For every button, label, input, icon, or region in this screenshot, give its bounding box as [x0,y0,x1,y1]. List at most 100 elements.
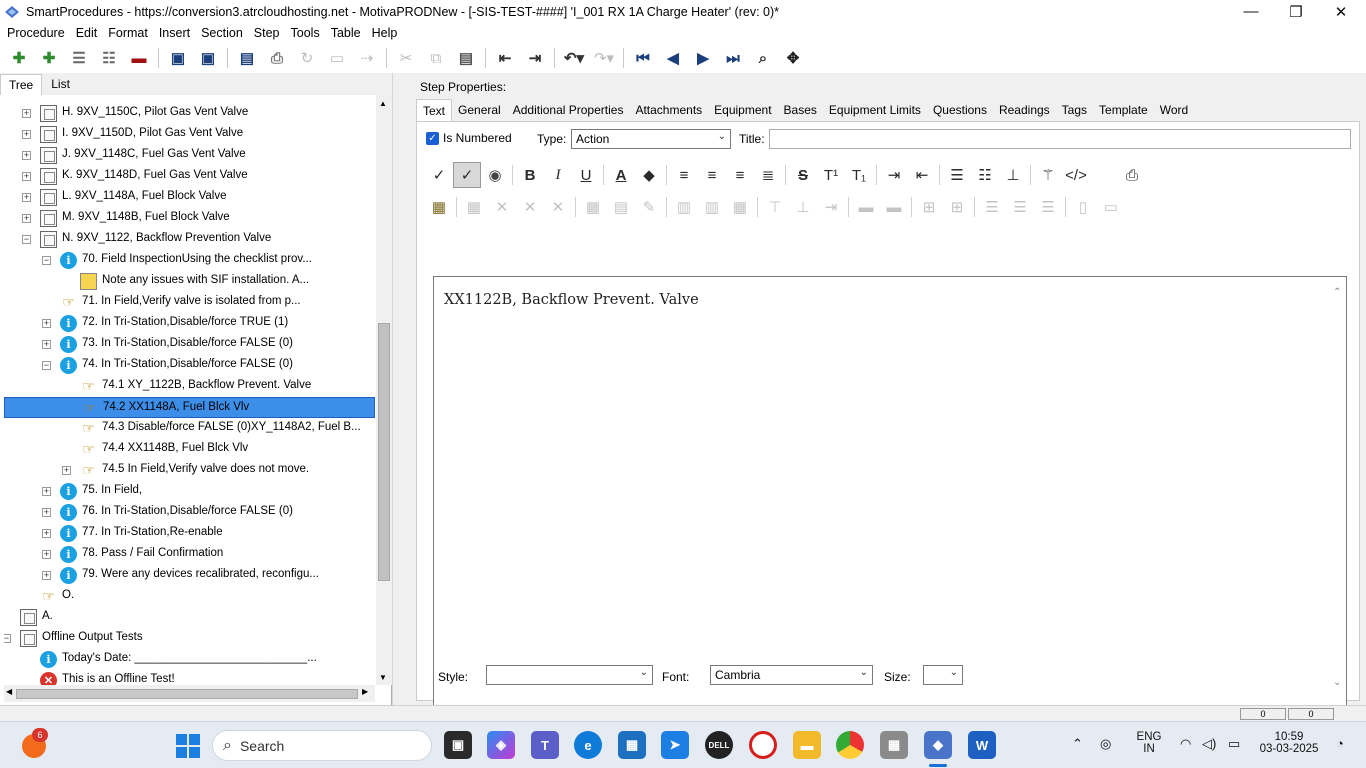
scroll-thumb[interactable] [378,323,390,581]
minimize-button[interactable]: — [1228,0,1274,23]
battery-icon[interactable]: ▭ [1228,736,1240,752]
highlight-icon[interactable]: ◉ [481,162,509,188]
tree-node[interactable]: ☞ O. [4,586,375,607]
pane-splitter[interactable] [392,73,408,705]
tab-attachments[interactable]: Attachments [629,99,708,121]
taskbar-search[interactable]: ⌕ Search [212,730,432,761]
expand-icon[interactable]: + [22,193,31,202]
insert-column-right-icon[interactable]: ▥ [698,194,726,220]
align-bottom-icon[interactable]: ☰ [1034,194,1062,220]
redo-layout-icon[interactable]: ⇢ [352,45,382,71]
table-edit-icon[interactable]: ▦ [460,194,488,220]
subscript-icon[interactable]: T₁ [845,162,873,188]
notifications-bell-icon[interactable]: ◔ [1336,736,1344,751]
store-icon[interactable]: ▦ [618,731,646,759]
tree-node[interactable]: ☞ 74.4 XX1148B, Fuel Blck Vlv [4,439,375,460]
insert-table-icon[interactable]: ▦ [425,194,453,220]
align-right-icon[interactable]: ≡ [726,162,754,188]
tree-node[interactable]: ✕ This is an Offline Test! [4,670,375,685]
title-input[interactable] [769,129,1351,149]
column-width-icon[interactable]: ▬ [880,194,908,220]
expand-icon[interactable]: + [42,487,51,496]
tab-tags[interactable]: Tags [1056,99,1093,121]
tab-tree[interactable]: Tree [0,74,43,95]
vertical-text-icon[interactable]: ▯ [1069,194,1097,220]
html-code-icon[interactable]: </> [1062,162,1090,188]
cell-properties-icon[interactable]: ▤ [607,194,635,220]
tree-node[interactable]: i Today's Date: _________________________… [4,649,375,670]
collapse-icon[interactable]: − [4,634,11,643]
power-automate-icon[interactable]: ➤ [661,731,689,759]
tree-node[interactable]: + H. 9XV_1150C, Pilot Gas Vent Valve [4,103,375,124]
spellcheck-icon[interactable]: ✓ [425,162,453,188]
cell-format-icon[interactable]: ✎ [635,194,663,220]
network-status-icon[interactable]: ◎ [1100,736,1111,752]
copy-icon[interactable]: ⧉ [421,45,451,71]
menu-step[interactable]: Step [249,26,286,40]
last-icon[interactable]: ⏭ [718,45,748,71]
next-icon[interactable]: ▶ [688,45,718,71]
expand-icon[interactable]: + [42,508,51,517]
scroll-right-icon[interactable]: ▶ [362,687,368,696]
tab-template[interactable]: Template [1093,99,1154,121]
step-text-editor[interactable]: XX1122B, Backflow Prevent. Valve ⌃ ⌄ [433,276,1347,706]
tree-node[interactable]: ☞ 74.3 Disable/force FALSE (0)XY_1148A2, … [4,418,375,439]
editor-scrollbar[interactable]: ⌃ ⌄ [1330,277,1346,705]
opera-icon[interactable] [749,731,777,759]
outdent-icon[interactable]: ⇤ [490,45,520,71]
split-cells-icon[interactable]: ⇥ [817,194,845,220]
underline-icon[interactable]: U [572,162,600,188]
preview-icon[interactable]: ▭ [322,45,352,71]
merge-cells-icon[interactable]: ▦ [726,194,754,220]
teams-icon[interactable]: T [531,731,559,759]
folder-icon[interactable]: ▬ [793,731,821,759]
tree-node[interactable]: ☞ 74.1 XY_1122B, Backflow Prevent. Valve [4,376,375,397]
add-icon[interactable]: ✚ [4,45,34,71]
justify-icon[interactable]: ≣ [754,162,782,188]
previous-icon[interactable]: ◀ [658,45,688,71]
move-icon[interactable]: ✥ [778,45,808,71]
expand-icon[interactable]: + [22,109,31,118]
file-manager-icon[interactable]: ▣ [444,731,472,759]
font-select[interactable]: Cambria ⌄ [710,665,873,685]
expand-icon[interactable]: + [62,466,71,475]
expand-icon[interactable]: + [42,340,51,349]
tab-readings[interactable]: Readings [993,99,1056,121]
scroll-up-icon[interactable]: ⌃ [1333,287,1341,298]
tree-node[interactable]: + K. 9XV_1148D, Fuel Gas Vent Valve [4,166,375,187]
tab-equipment[interactable]: Equipment [708,99,777,121]
language-indicator[interactable]: ENG IN [1132,731,1166,755]
tree-horizontal-scrollbar[interactable]: ◀ ▶ [4,685,375,702]
expand-icon[interactable]: + [42,550,51,559]
edge-icon[interactable]: e [574,731,602,759]
insert-row-above-icon[interactable]: ⊤ [761,194,789,220]
expand-icon[interactable]: + [42,571,51,580]
align-top-icon[interactable]: ☰ [978,194,1006,220]
indent-icon[interactable]: ⇥ [520,45,550,71]
wifi-icon[interactable]: ◠ [1180,736,1191,752]
delete-row-icon[interactable]: ✕ [544,194,572,220]
tree-node[interactable]: ☞ 74.2 XX1148A, Fuel Blck Vlv [4,397,375,418]
volume-icon[interactable]: ◁) [1202,736,1216,752]
scroll-down-icon[interactable]: ▼ [379,673,387,682]
save-all-icon[interactable]: ▣ [163,45,193,71]
subsection-icon[interactable]: ☷ [94,45,124,71]
first-icon[interactable]: ⏮ [628,45,658,71]
tree-node[interactable]: + i 73. In Tri-Station,Disable/force FALSE… [4,334,375,355]
tree-node[interactable]: + I. 9XV_1150D, Pilot Gas Vent Valve [4,124,375,145]
italic-icon[interactable]: I [544,162,572,188]
redo-icon[interactable]: ↷▾ [589,45,619,71]
scroll-thumb[interactable] [16,689,358,699]
menu-format[interactable]: Format [103,26,154,40]
app-icon[interactable]: ▦ [880,731,908,759]
tree-node[interactable]: + M. 9XV_1148B, Fuel Block Valve [4,208,375,229]
menu-help[interactable]: Help [367,26,404,40]
save-icon[interactable]: ▣ [193,45,223,71]
is-numbered-checkbox[interactable]: ✓ [426,132,439,145]
collapse-icon[interactable]: − [42,361,51,370]
tab-list[interactable]: List [42,73,79,95]
find-icon[interactable]: ⌕ [748,45,778,71]
align-middle-icon[interactable]: ☰ [1006,194,1034,220]
expand-icon[interactable]: + [22,151,31,160]
expand-icon[interactable]: + [22,214,31,223]
